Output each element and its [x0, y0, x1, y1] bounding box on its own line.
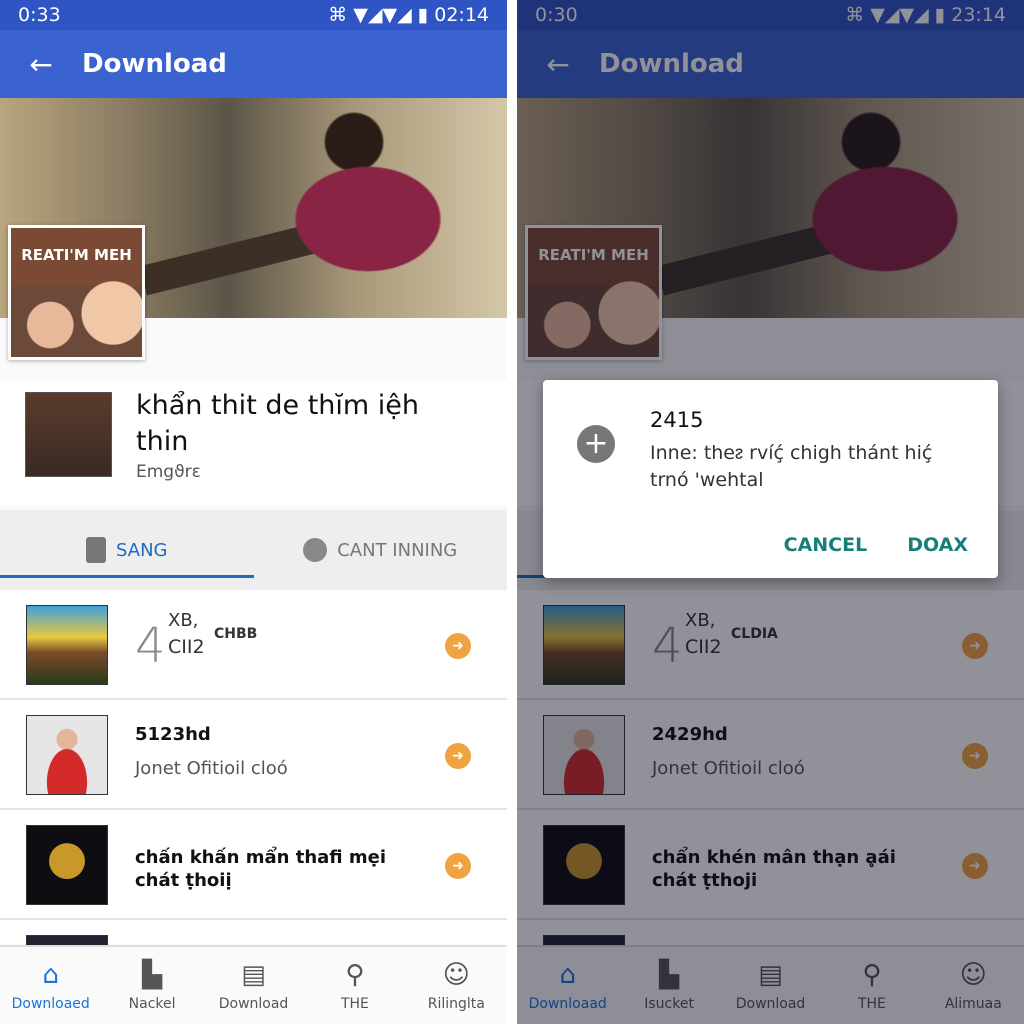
bag-icon: ▙	[142, 959, 163, 990]
download-arrow-icon[interactable]: ➜	[445, 743, 471, 769]
item-title: chấn khấn mẩn thafi mẹi chát ṭhoiị	[135, 847, 387, 891]
status-clock: 02:14	[434, 4, 489, 26]
circle-icon	[303, 538, 328, 562]
item-title: 5123hd	[135, 724, 211, 745]
item-number: 4	[135, 618, 166, 674]
item-tag: CHBB	[214, 626, 258, 642]
confirm-button[interactable]: DOAX	[907, 534, 968, 556]
page-title: Download	[82, 49, 227, 79]
item-thumbnail	[26, 605, 108, 685]
item-line2: CII2	[168, 636, 205, 658]
phone-screen-left: 0:33 ⌘ ▼◢▼◢ ▮ 02:14 ← Download REATI'M ME…	[0, 0, 507, 1024]
nav-label: Rilinglta	[427, 995, 485, 1012]
home-icon: ⌂	[42, 959, 59, 990]
nav-profile[interactable]: ☺ Rilinglta	[406, 947, 507, 1024]
list-item[interactable]: chấn khấn mẩn thafi mẹi chát ṭhoiị ➜	[0, 810, 507, 920]
tab-label: SANG	[116, 539, 168, 561]
dialog-body: Inne꞉ theᴤ rvíḉ chigh thánt hiḉ trnó 'we…	[650, 442, 933, 491]
phone-screen-right: 0:30 ⌘ ▼◢▼◢ ▮ 23:14 ← Download REATI'M ME…	[517, 0, 1024, 1024]
search-icon: ⚲	[345, 959, 365, 990]
tab-label: CANT INNING	[337, 539, 458, 561]
list-item[interactable]: 5123hd Jonet Ofitioil cloó ➜	[0, 700, 507, 810]
nav-download[interactable]: ▤ Download	[203, 947, 304, 1024]
album-thumbnail	[25, 392, 112, 477]
tab-sang[interactable]: SANG	[0, 510, 254, 590]
confirm-dialog: + 2415 Inne꞉ theᴤ rvíḉ chigh thánt hiḉ t…	[543, 380, 998, 578]
status-time: 0:33	[18, 4, 61, 26]
nav-label: Downloaed	[11, 995, 90, 1012]
app-bar: ← Download	[0, 30, 507, 98]
download-arrow-icon[interactable]: ➜	[445, 633, 471, 659]
dialog-title: 2415	[650, 408, 704, 432]
nav-label: Download	[218, 995, 289, 1012]
back-arrow-icon[interactable]: ←	[0, 48, 82, 81]
alert-icon	[86, 537, 106, 563]
header-subtitle: Emgϑrε	[136, 462, 201, 482]
item-subtitle: Jonet Ofitioil cloó	[135, 758, 288, 779]
tab-bar: SANG CANT INNING	[0, 510, 507, 590]
person-icon: ☺	[442, 959, 470, 990]
signal-icons: ⌘ ▼◢▼◢ ▮	[328, 4, 429, 26]
cancel-button[interactable]: CANCEL	[784, 534, 868, 556]
nav-label: THE	[340, 995, 369, 1012]
item-line1: XB,	[168, 610, 199, 631]
plus-icon: +	[577, 425, 615, 463]
bottom-nav: ⌂ Downloaed ▙ Nackel ▤ Download ⚲ THE ☺ Rilin…	[0, 945, 507, 1024]
header-card: khẩn thit de thĭm iệh thin Emgϑrε	[0, 380, 507, 505]
poster-text: REATI'M MEH	[21, 246, 132, 264]
list-item[interactable]: 4 XB, CII2 CHBB ➜	[0, 590, 507, 700]
item-thumbnail	[26, 825, 108, 905]
nav-search[interactable]: ⚲ THE	[304, 947, 405, 1024]
download-arrow-icon[interactable]: ➜	[445, 853, 471, 879]
header-title: khẩn thit de thĭm iệh thin	[136, 390, 419, 457]
nav-downloaded[interactable]: ⌂ Downloaed	[0, 947, 101, 1024]
poster-thumbnail[interactable]: REATI'M MEH	[8, 225, 145, 360]
tab-cant-inning[interactable]: CANT INNING	[254, 510, 508, 590]
status-bar: 0:33 ⌘ ▼◢▼◢ ▮ 02:14	[0, 0, 507, 30]
nav-nackel[interactable]: ▙ Nackel	[101, 947, 202, 1024]
nav-label: Nackel	[128, 995, 176, 1012]
item-thumbnail	[26, 715, 108, 795]
document-icon: ▤	[241, 959, 266, 990]
